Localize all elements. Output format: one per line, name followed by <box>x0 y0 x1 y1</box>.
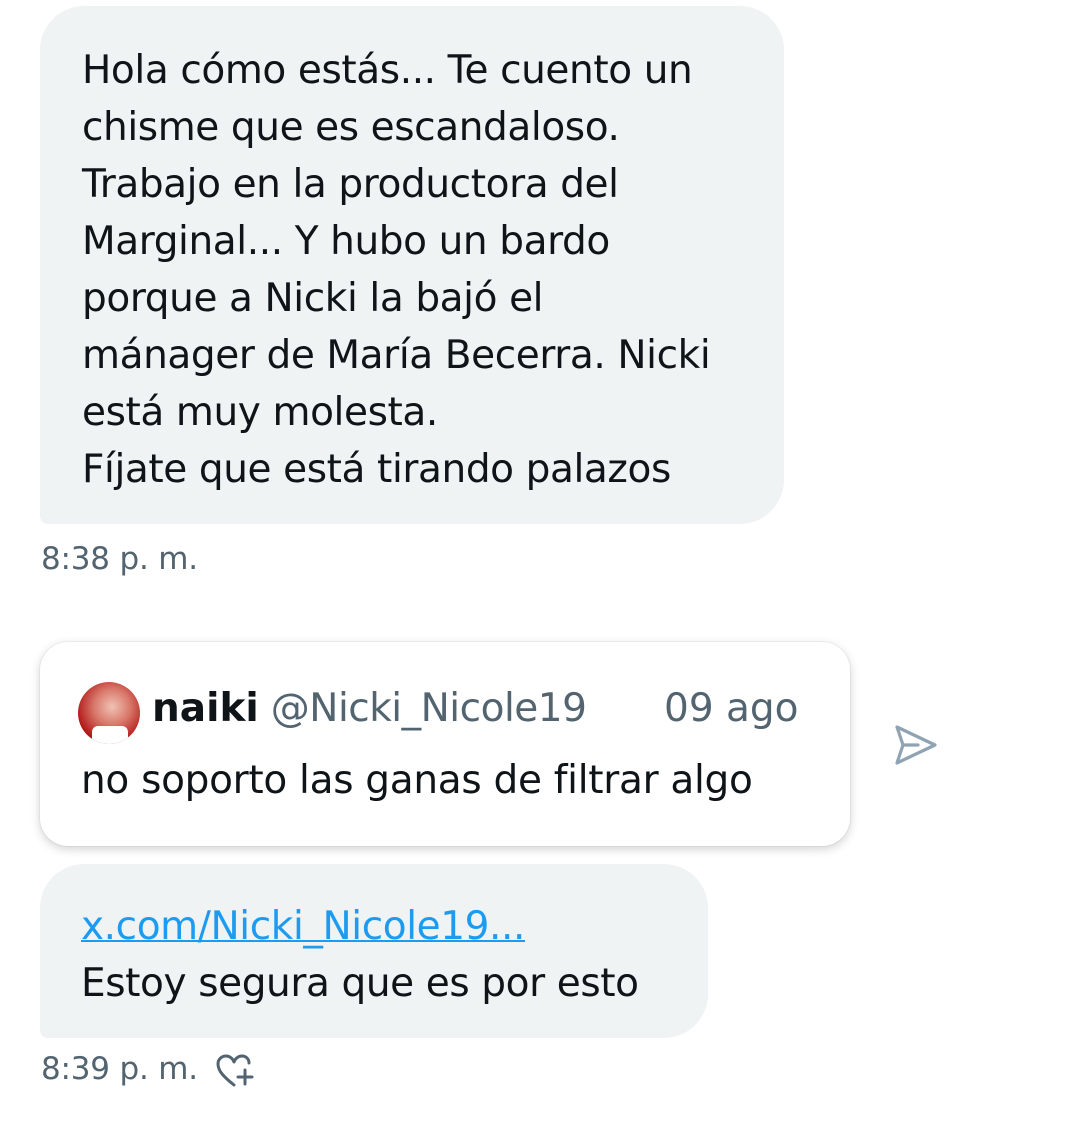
heart-add-icon[interactable] <box>214 1052 258 1090</box>
quoted-post-card[interactable]: naiki @Nicki_Nicole19 09 ago no soporto l… <box>40 642 850 846</box>
message-timestamp-1: 8:38 p. m. <box>41 541 198 577</box>
quoted-post-header: naiki @Nicki_Nicole19 <box>152 682 587 736</box>
quoted-post-text: no soporto las ganas de filtrar algo <box>81 758 753 803</box>
message-link[interactable]: x.com/Nicki_Nicole19... <box>81 898 688 955</box>
quoted-post-date: 09 ago <box>664 686 799 731</box>
message-text-1: Hola cómo estás... Te cuento un chisme q… <box>82 48 711 492</box>
message-text-2: Estoy segura que es por esto <box>81 961 639 1006</box>
message-bubble-1[interactable]: Hola cómo estás... Te cuento un chisme q… <box>40 6 784 524</box>
quoted-post-author-name[interactable]: naiki <box>152 686 259 731</box>
send-icon[interactable] <box>888 718 942 772</box>
quoted-post-handle[interactable]: @Nicki_Nicole19 <box>271 686 587 731</box>
avatar[interactable] <box>78 682 140 744</box>
message-bubble-2[interactable]: x.com/Nicki_Nicole19... Estoy segura que… <box>40 864 708 1038</box>
message-timestamp-2: 8:39 p. m. <box>41 1051 198 1087</box>
